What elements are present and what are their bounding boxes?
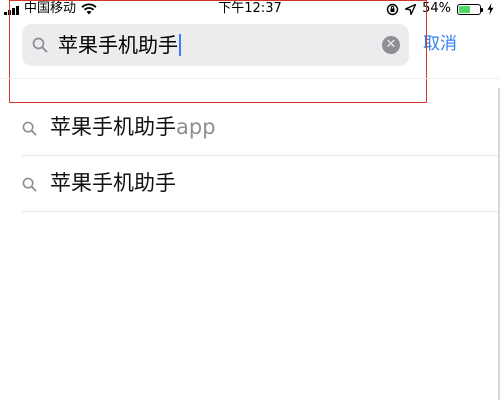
location-arrow-icon [405, 3, 417, 15]
search-query-wrap: 苹果手机助手 [58, 32, 181, 58]
magnifier-icon [22, 121, 37, 136]
suggestion-match: 苹果手机助手 [50, 171, 176, 195]
battery-level-fill [459, 5, 470, 13]
header-divider [0, 78, 500, 79]
suggestion-label: 苹果手机助手 [50, 169, 176, 197]
search-bar: 苹果手机助手 ✕ 取消 [0, 22, 500, 72]
search-input[interactable]: 苹果手机助手 ✕ [22, 24, 409, 66]
text-cursor [179, 34, 181, 56]
status-bar-right: 54% [386, 0, 494, 18]
row-divider [22, 211, 500, 212]
suggestion-match: 苹果手机助手 [50, 115, 176, 139]
suggestion-item[interactable]: 苹果手机助手app [0, 100, 500, 156]
orientation-lock-icon [386, 3, 399, 15]
suggestion-completion: app [176, 115, 216, 139]
battery-icon [457, 3, 483, 15]
cancel-button[interactable]: 取消 [423, 33, 457, 55]
magnifier-icon [32, 37, 48, 53]
search-query-text: 苹果手机助手 [58, 33, 178, 57]
suggestion-list: 苹果手机助手app 苹果手机助手 [0, 100, 500, 212]
battery-percent: 54% [422, 1, 451, 16]
magnifier-icon [22, 177, 37, 192]
charging-bolt-icon [487, 3, 494, 15]
status-bar: 中国移动 下午12:37 54% [0, 0, 500, 18]
clear-icon[interactable]: ✕ [382, 36, 400, 54]
suggestion-item[interactable]: 苹果手机助手 [0, 156, 500, 212]
suggestion-label: 苹果手机助手app [50, 113, 216, 141]
